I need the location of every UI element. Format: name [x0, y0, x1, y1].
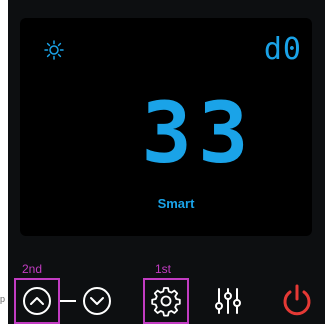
status-code: d0	[263, 32, 302, 67]
annotation-2nd: 2nd	[22, 262, 43, 276]
annotation-1st: 1st	[155, 262, 172, 276]
display-screen: d0 33 Smart	[20, 18, 312, 236]
stray-text: p	[0, 294, 6, 304]
chevron-down-circle-icon[interactable]	[81, 285, 113, 317]
control-bar: 2nd 1st	[0, 240, 325, 324]
temperature-display: 33	[143, 88, 253, 168]
sun-icon	[44, 40, 64, 60]
gear-icon[interactable]	[150, 285, 182, 317]
temperature-value: 33	[143, 88, 253, 168]
sliders-icon[interactable]	[214, 285, 242, 317]
separator-dash	[60, 300, 76, 302]
power-icon[interactable]	[280, 283, 314, 319]
mode-label: Smart	[157, 196, 195, 211]
chevron-up-circle-icon[interactable]	[21, 285, 53, 317]
